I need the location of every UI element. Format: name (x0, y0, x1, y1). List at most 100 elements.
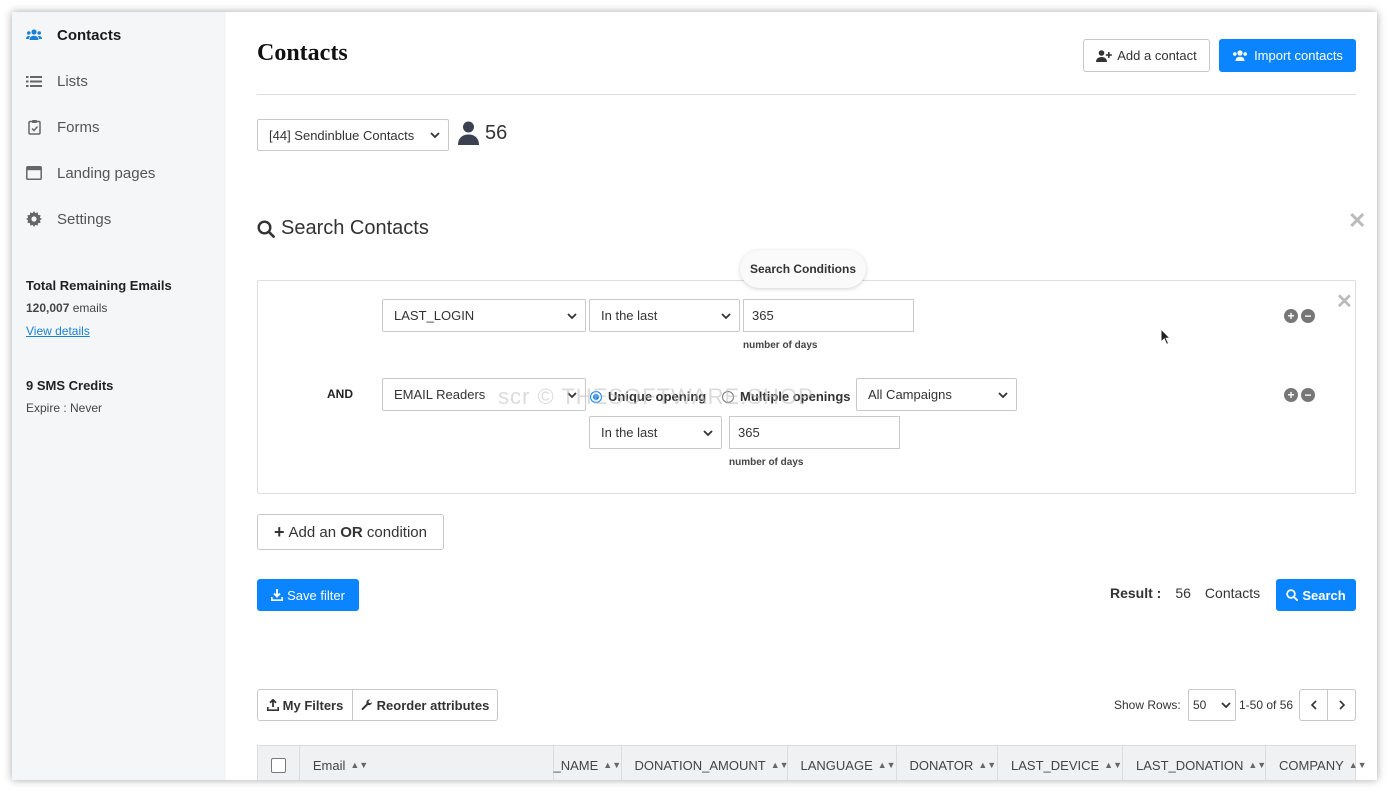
sidebar-item-landing-pages[interactable]: Landing pages (26, 161, 155, 185)
column-label: _NAME (553, 757, 599, 773)
sidebar-item-label: Landing pages (57, 164, 156, 182)
column-header-company[interactable]: COMPANY ▲▼ (1266, 746, 1367, 780)
add-condition-icon[interactable]: + (1284, 388, 1298, 402)
column-header-last-device[interactable]: LAST_DEVICE ▲▼ (998, 746, 1123, 780)
condition2-operator-value: In the last (601, 425, 658, 440)
sort-icon: ▲▼ (978, 760, 997, 770)
remove-condition-icon[interactable]: − (1301, 309, 1315, 323)
rows-per-page-select[interactable]: 50 (1188, 689, 1236, 721)
multiple-openings-radio[interactable]: Multiple openings (722, 389, 851, 404)
my-filters-button[interactable]: My Filters (257, 689, 353, 721)
column-header-language[interactable]: LANGUAGE ▲▼ (788, 746, 897, 780)
next-page-button[interactable] (1327, 689, 1356, 721)
view-details-link[interactable]: View details (26, 324, 90, 338)
import-contacts-button[interactable]: Import contacts (1219, 39, 1356, 72)
emails-count: 120,007 (26, 301, 70, 315)
my-filters-label: My Filters (282, 697, 344, 713)
condition1-operator-select[interactable]: In the last (589, 299, 740, 332)
campaigns-select[interactable]: All Campaigns (856, 378, 1017, 411)
result-summary: Result : 56 Contacts (1110, 585, 1260, 601)
reorder-attributes-button[interactable]: Reorder attributes (352, 689, 498, 721)
remove-condition-icon[interactable]: − (1301, 388, 1315, 402)
contacts-table-header: Email ▲▼ _NAME ▲▼ DONATION_AMOUNT ▲▼ LANGUA… (257, 745, 1367, 780)
condition1-hint: number of days (743, 340, 818, 351)
chevron-left-icon (1310, 700, 1317, 710)
select-all-checkbox[interactable] (271, 757, 286, 773)
search-icon (1286, 589, 1299, 601)
condition2-days-input[interactable]: 365 (729, 416, 900, 449)
sort-icon: ▲▼ (770, 760, 789, 770)
chevron-right-icon (1338, 700, 1345, 710)
column-header-name[interactable]: _NAME ▲▼ (554, 746, 622, 780)
search-contacts-title: Search Contacts (257, 217, 429, 240)
condition2-attribute-select[interactable]: EMAIL Readers (382, 378, 586, 411)
column-label: LANGUAGE (800, 757, 873, 773)
radio-dot (722, 390, 734, 403)
column-header-email[interactable]: Email ▲▼ (300, 746, 554, 780)
remaining-emails-title: Total Remaining Emails (26, 278, 172, 293)
result-count: 56 (1175, 585, 1191, 601)
add-condition-icon[interactable]: + (1284, 309, 1298, 323)
chevron-down-icon (567, 312, 577, 319)
download-icon (271, 589, 284, 601)
header-divider (257, 94, 1356, 95)
result-label: Result : (1110, 585, 1162, 601)
condition1-attribute-select[interactable]: LAST_LOGIN (382, 299, 586, 332)
sort-icon: ▲▼ (1348, 760, 1367, 770)
and-connector: AND (327, 387, 353, 401)
sidebar-item-contacts[interactable]: Contacts (26, 23, 121, 47)
import-contacts-label: Import contacts (1254, 48, 1343, 63)
sidebar-item-forms[interactable]: Forms (26, 115, 100, 139)
add-or-suffix: condition (362, 523, 427, 541)
show-rows-label: Show Rows: (1114, 698, 1181, 712)
chevron-down-icon (567, 391, 577, 398)
list-icon (26, 73, 42, 89)
sort-icon: ▲▼ (1104, 760, 1122, 770)
search-button[interactable]: Search (1276, 579, 1356, 611)
condition1-attribute-value: LAST_LOGIN (394, 308, 475, 323)
column-header-last-donation[interactable]: LAST_DONATION ▲▼ (1123, 746, 1266, 780)
sidebar-item-label: Forms (57, 118, 100, 136)
sort-icon: ▲▼ (350, 760, 369, 770)
list-select-value: [44] Sendinblue Contacts (269, 127, 415, 143)
result-unit: Contacts (1204, 585, 1261, 601)
close-conditions-icon[interactable]: ✕ (1336, 289, 1353, 314)
remaining-emails-count: 120,007 emails (26, 301, 107, 315)
prev-page-button[interactable] (1299, 689, 1328, 721)
sidebar-item-lists[interactable]: Lists (26, 69, 88, 93)
condition1-days-input[interactable]: 365 (743, 299, 914, 332)
upload-icon (266, 699, 279, 711)
add-contact-label: Add a contact (1117, 48, 1197, 63)
save-filter-button[interactable]: Save filter (257, 579, 359, 611)
campaigns-value: All Campaigns (868, 387, 952, 402)
unique-opening-radio[interactable]: Unique opening (590, 389, 706, 404)
plus-icon: + (274, 521, 285, 542)
close-search-icon[interactable]: ✕ (1348, 208, 1366, 234)
sidebar-item-label: Contacts (57, 26, 122, 44)
sms-credits-title: 9 SMS Credits (26, 378, 114, 393)
chevron-down-icon (1221, 702, 1231, 709)
user-plus-icon (1096, 49, 1113, 62)
chevron-down-icon (703, 429, 713, 436)
unique-opening-label: Unique opening (608, 389, 707, 404)
sidebar-item-settings[interactable]: Settings (26, 207, 111, 231)
users-icon (1233, 49, 1248, 61)
reorder-attributes-label: Reorder attributes (376, 697, 490, 713)
search-icon (257, 219, 275, 238)
sort-icon: ▲▼ (877, 760, 896, 770)
emails-unit: emails (72, 301, 108, 315)
add-or-condition-button[interactable]: + Add an OR condition (257, 514, 444, 550)
list-select[interactable]: [44] Sendinblue Contacts (257, 119, 449, 151)
sidebar: Contacts Lists Forms Landing pages Setti… (12, 12, 226, 780)
column-header-donator[interactable]: DONATOR ▲▼ (897, 746, 999, 780)
select-all-cell (258, 746, 300, 780)
radio-dot (590, 390, 602, 403)
browser-window-icon (26, 165, 42, 181)
sidebar-item-label: Lists (57, 72, 88, 90)
contact-count: 56 (458, 121, 507, 145)
column-header-donation-amount[interactable]: DONATION_AMOUNT ▲▼ (622, 746, 789, 780)
mouse-cursor-icon (1160, 328, 1172, 345)
chevron-down-icon (998, 391, 1008, 398)
condition2-operator-select[interactable]: In the last (589, 416, 722, 449)
add-contact-button[interactable]: Add a contact (1083, 39, 1210, 72)
